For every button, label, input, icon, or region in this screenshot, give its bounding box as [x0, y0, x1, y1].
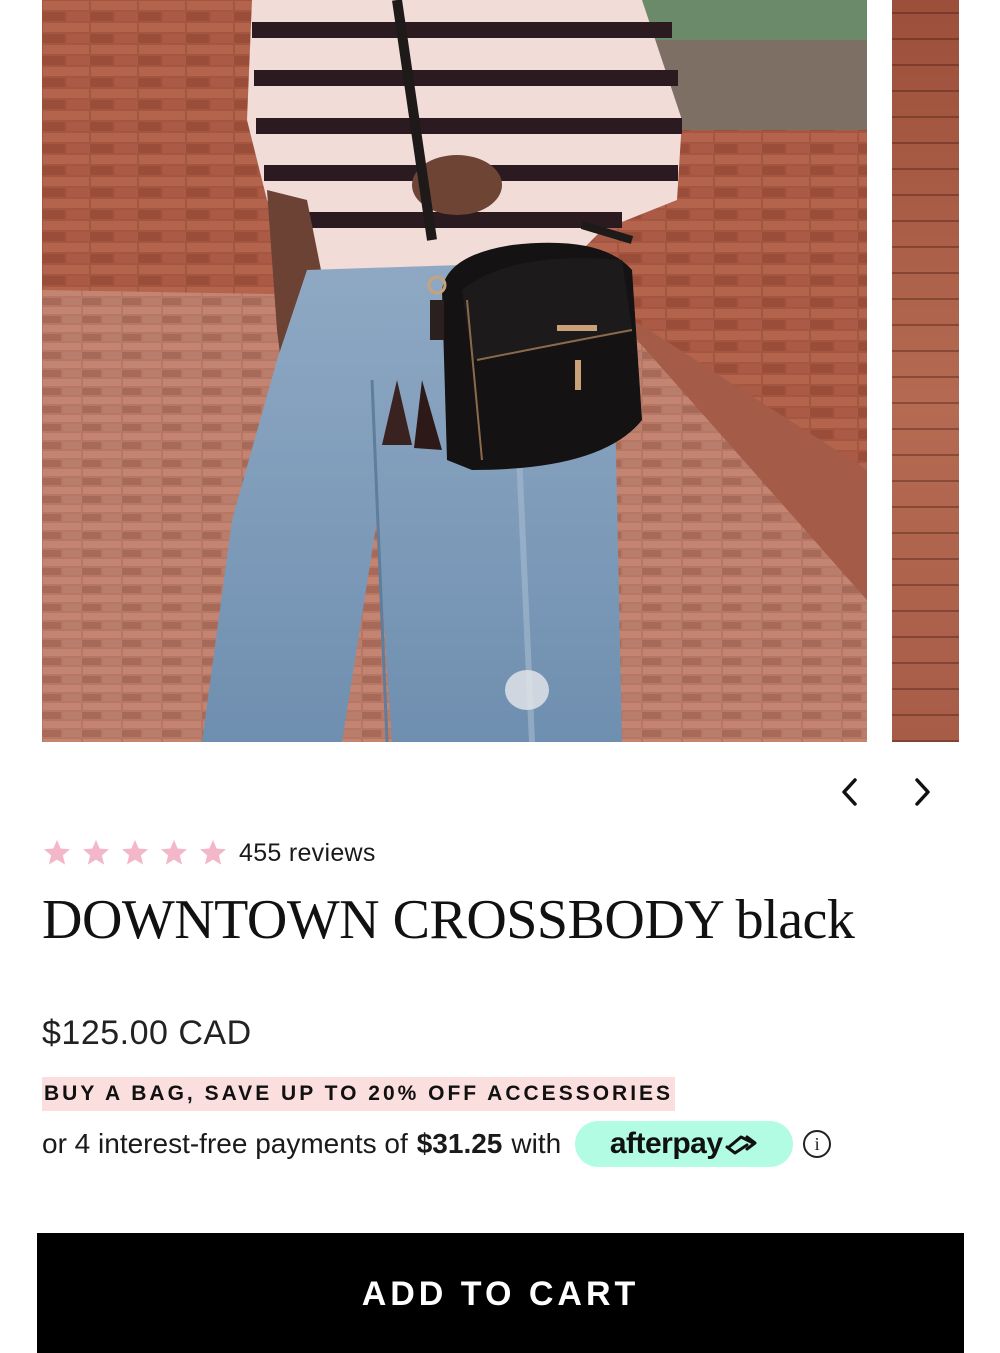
gallery-prev-button[interactable] — [830, 772, 870, 812]
add-to-cart-button[interactable]: ADD TO CART — [37, 1233, 964, 1353]
product-photo-main[interactable] — [42, 0, 867, 742]
afterpay-logo[interactable]: afterpay — [575, 1121, 794, 1167]
product-image-gallery — [0, 0, 1000, 742]
afterpay-logo-text: afterpay — [609, 1127, 723, 1160]
star-icon — [161, 839, 187, 865]
promo-banner: BUY A BAG, SAVE UP TO 20% OFF ACCESSORIE… — [42, 1077, 676, 1111]
info-icon[interactable]: i — [803, 1130, 832, 1158]
chevron-right-icon — [915, 778, 930, 806]
star-icon — [44, 839, 70, 865]
product-price: $125.00 CAD — [42, 1014, 252, 1052]
afterpay-installments: or 4 interest-free payments of $31.25 wi… — [42, 1120, 832, 1168]
installment-amount: $31.25 — [416, 1128, 503, 1159]
installments-suffix: with — [511, 1128, 562, 1159]
gallery-next-button[interactable] — [902, 772, 942, 812]
installments-prefix: or 4 interest-free payments of — [42, 1128, 408, 1159]
star-icon — [83, 839, 109, 865]
afterpay-arrows-icon — [725, 1135, 757, 1155]
chevron-left-icon — [842, 778, 857, 806]
product-rating[interactable]: 455 reviews — [42, 838, 376, 868]
star-icon — [122, 839, 148, 865]
review-count-link[interactable]: 455 reviews — [239, 839, 376, 868]
product-photo-next-preview[interactable] — [892, 0, 959, 742]
product-title: DOWNTOWN CROSSBODY black — [42, 889, 855, 951]
star-icon — [200, 839, 226, 865]
